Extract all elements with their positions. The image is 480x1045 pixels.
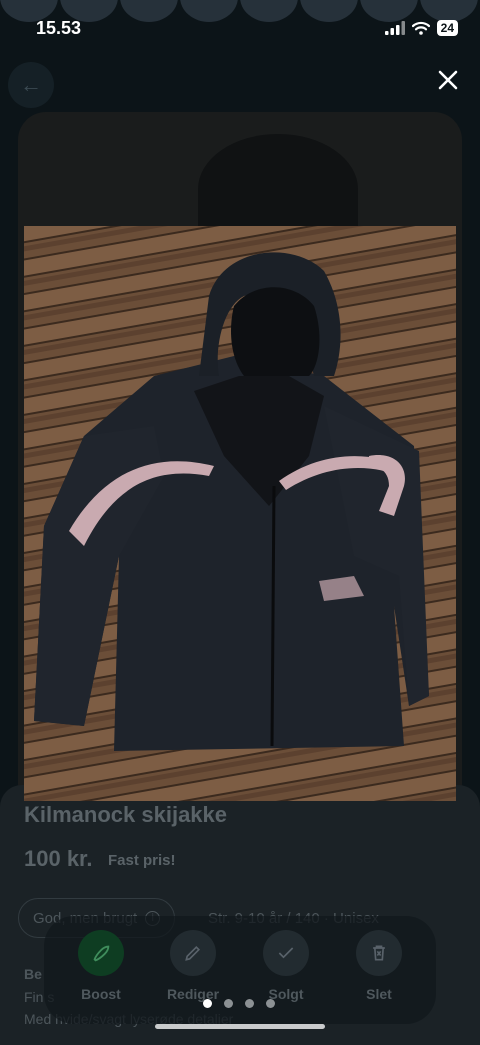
page-dot[interactable] [245, 999, 254, 1008]
close-icon [438, 70, 458, 90]
page-dot[interactable] [266, 999, 275, 1008]
delete-label: Slet [366, 986, 392, 1002]
rocket-icon [93, 945, 110, 962]
price-note: Fast pris! [108, 852, 176, 869]
home-indicator[interactable] [155, 1024, 325, 1029]
sold-button[interactable]: Solgt [246, 930, 326, 1002]
trash-icon [373, 945, 385, 961]
status-icons: 24 [384, 20, 458, 36]
edit-button[interactable]: Rediger [153, 930, 233, 1002]
boost-label: Boost [81, 986, 121, 1002]
boost-button[interactable]: Boost [61, 930, 141, 1002]
battery-icon: 24 [436, 20, 458, 36]
back-button[interactable]: ← [8, 62, 54, 108]
checkmark-icon [278, 947, 294, 959]
listing-title: Kilmanock skijakke [24, 802, 228, 827]
jacket-photo-image [24, 226, 456, 801]
signal-icon [384, 21, 405, 35]
page-dot[interactable] [224, 999, 233, 1008]
pencil-icon [185, 945, 201, 961]
delete-button[interactable]: Slet [339, 930, 419, 1002]
description-heading: Be [24, 966, 42, 982]
arrow-left-icon: ← [20, 72, 42, 97]
gallery-pagination[interactable] [203, 999, 275, 1008]
listing-price: 100 kr. [24, 846, 93, 871]
status-time: 15.53 [36, 18, 82, 38]
close-button[interactable] [430, 62, 466, 98]
wifi-icon [411, 21, 430, 35]
page-dot-active[interactable] [203, 999, 212, 1008]
listing-photo[interactable] [24, 226, 456, 801]
